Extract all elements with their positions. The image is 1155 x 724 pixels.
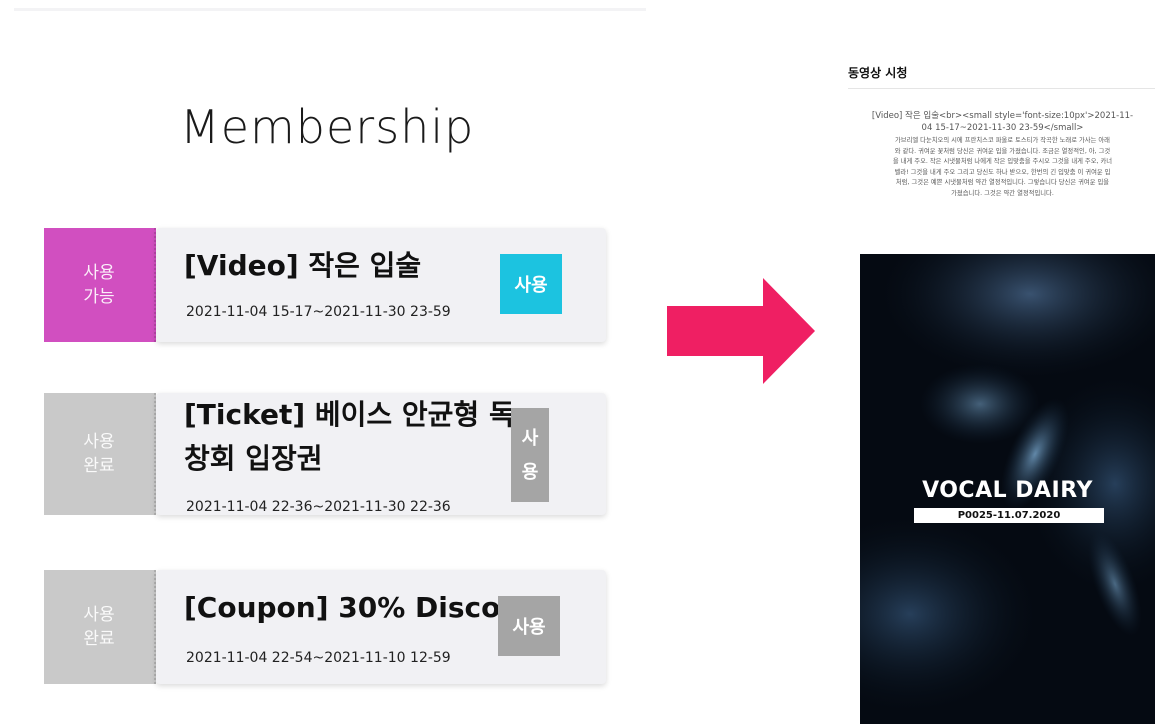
coupon-body: [Video] 작은 입술 2021-11-04 15-17~2021-11-3… bbox=[156, 228, 606, 342]
status-line-2: 완료 bbox=[83, 629, 115, 649]
video-description: 가브리엘 다눈치오의 시에 프란치스코 파올로 토스티가 작곡한 노래로 가사는… bbox=[850, 136, 1155, 200]
coupon-body: [Coupon] 30% Discount 2021-11-04 22-54~2… bbox=[156, 570, 606, 684]
use-button-char-1: 사 bbox=[521, 428, 539, 448]
coupon-date: 2021-11-04 22-54~2021-11-10 12-59 bbox=[186, 650, 451, 666]
status-line-1: 사용 bbox=[83, 432, 115, 452]
coupon-name-line-1: [Ticket] 베이스 안균형 독 bbox=[184, 398, 515, 431]
coupon-name-line-2: 창회 입장권 bbox=[184, 442, 323, 475]
coupon-date: 2021-11-04 22-36~2021-11-30 22-36 bbox=[186, 499, 451, 515]
description-line: 처럼, 그것은 예쁜 시냇물처럼 약간 열정적입니다. 그렇습니다 당신은 귀여… bbox=[895, 179, 1110, 187]
use-button-char-2: 용 bbox=[521, 462, 539, 482]
coupon-card-ticket: 사용 완료 [Ticket] 베이스 안균형 독 창회 입장권 2021-11-… bbox=[44, 393, 606, 515]
use-button[interactable]: 사용 bbox=[498, 596, 560, 656]
coupon-body: [Ticket] 베이스 안균형 독 창회 입장권 2021-11-04 22-… bbox=[156, 393, 606, 515]
heading-divider bbox=[848, 88, 1155, 89]
coupon-name: [Video] 작은 입술 bbox=[184, 249, 422, 282]
status-line-2: 가능 bbox=[83, 287, 115, 307]
video-title: VOCAL DAIRY bbox=[922, 478, 1093, 503]
video-player[interactable]: VOCAL DAIRY P0025-11.07.2020 bbox=[860, 254, 1155, 724]
description-line: 벨라! 그것을 내게 주오 그리고 당신도 하나 받으오, 한번의 긴 입맞춤 … bbox=[894, 168, 1111, 176]
use-button[interactable]: 사 용 bbox=[511, 408, 549, 502]
coupon-status-stub: 사용 완료 bbox=[44, 570, 156, 684]
coupon-date: 2021-11-04 15-17~2021-11-30 23-59 bbox=[186, 304, 451, 320]
status-line-1: 사용 bbox=[83, 605, 115, 625]
status-line-2: 완료 bbox=[83, 456, 115, 476]
top-divider bbox=[14, 8, 646, 11]
video-description-block: [Video] 작은 입술<br><small style='font-size… bbox=[850, 110, 1155, 200]
video-caption-line-2: 04 15-17~2021-11-30 23-59</small> bbox=[921, 123, 1084, 133]
coupon-card-coupon: 사용 완료 [Coupon] 30% Discount 2021-11-04 2… bbox=[44, 570, 606, 684]
coupon-status-stub: 사용 완료 bbox=[44, 393, 156, 515]
description-line: 가브리엘 다눈치오의 시에 프란치스코 파올로 토스티가 작곡한 노래로 가사는… bbox=[895, 137, 1110, 144]
description-line: 가졌습니다. 그것은 약간 열정적입니다. bbox=[951, 189, 1054, 197]
description-line: 을 내게 주오. 작은 시냇물처럼 나에게 작은 입맞춤을 주시오 그것을 내게… bbox=[892, 158, 1113, 166]
video-caption-line-1: [Video] 작은 입술<br><small style='font-size… bbox=[871, 111, 1134, 121]
video-section-heading: 동영상 시청 bbox=[848, 66, 908, 80]
video-subtitle: P0025-11.07.2020 bbox=[914, 508, 1104, 523]
right-arrow-icon bbox=[667, 278, 815, 384]
page-title: Membership bbox=[180, 100, 475, 154]
coupon-card-video: 사용 가능 [Video] 작은 입술 2021-11-04 15-17~202… bbox=[44, 228, 606, 342]
description-line: 와 같다. 귀여운 꽃처럼 당신은 귀여운 입을 가졌습니다. 조금은 열정적인… bbox=[894, 147, 1111, 155]
coupon-status-stub: 사용 가능 bbox=[44, 228, 156, 342]
status-line-1: 사용 bbox=[83, 263, 115, 283]
use-button[interactable]: 사용 bbox=[500, 254, 562, 314]
